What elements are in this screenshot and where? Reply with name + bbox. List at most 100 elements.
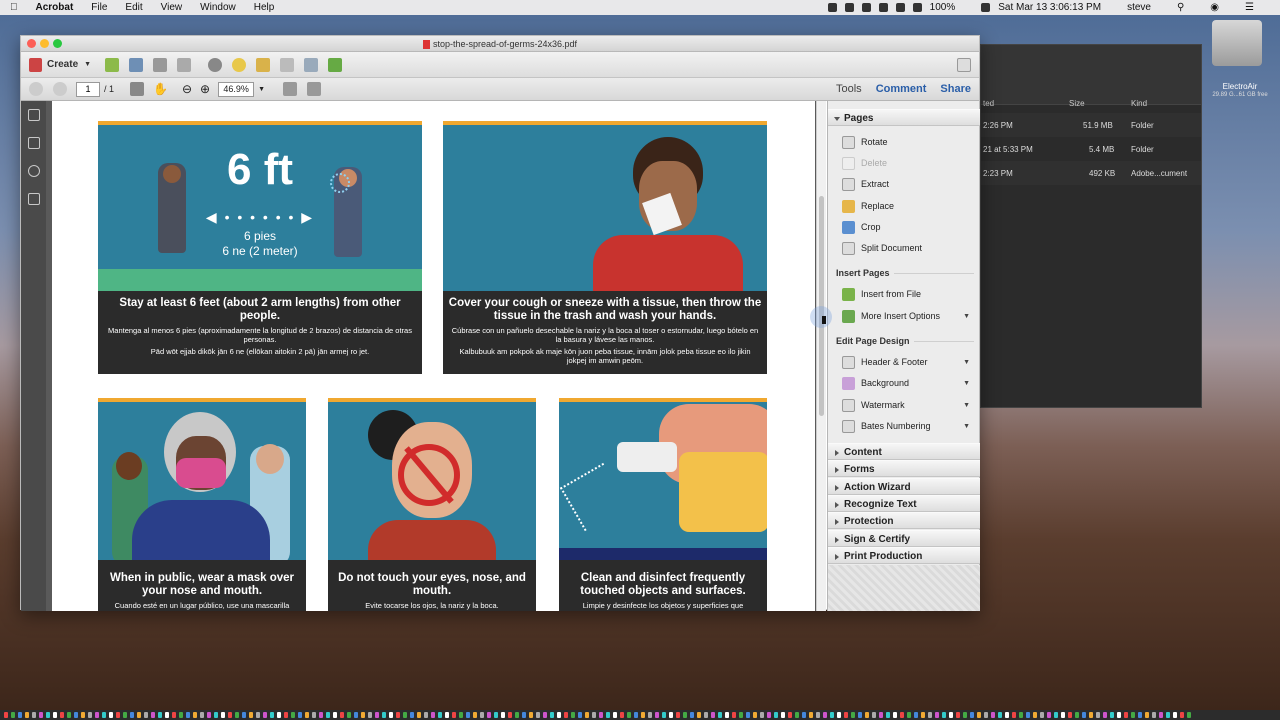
col-kind[interactable]: Kind <box>1131 99 1147 108</box>
pdf-page[interactable]: 6 ft ◀ • • • • • • ▶ 6 pies 6 ne (2 mete… <box>52 101 815 611</box>
dock-app-icon[interactable] <box>74 712 78 718</box>
dock-app-icon[interactable] <box>921 712 925 718</box>
dock-app-icon[interactable] <box>130 712 134 718</box>
dock-app-icon[interactable] <box>1005 712 1009 718</box>
dock-app-icon[interactable] <box>1187 712 1191 718</box>
dock-app-icon[interactable] <box>396 712 400 718</box>
hand-tool-icon[interactable]: ✋ <box>153 82 168 96</box>
dock-app-icon[interactable] <box>816 712 820 718</box>
delete-tool[interactable]: Delete <box>840 154 976 173</box>
dock-app-icon[interactable] <box>669 712 673 718</box>
dock-app-icon[interactable] <box>788 712 792 718</box>
dock-app-icon[interactable] <box>837 712 841 718</box>
dock-app-icon[interactable] <box>249 712 253 718</box>
recognize-text-section-header[interactable]: Recognize Text <box>828 495 980 512</box>
dock-app-icon[interactable] <box>844 712 848 718</box>
dock-app-icon[interactable] <box>683 712 687 718</box>
menu-edit[interactable]: Edit <box>125 2 142 13</box>
sign-certify-section-header[interactable]: Sign & Certify <box>828 530 980 547</box>
pages-section-header[interactable]: Pages <box>828 109 980 126</box>
dock-app-icon[interactable] <box>361 712 365 718</box>
signatures-icon[interactable] <box>28 193 40 205</box>
dock-app-icon[interactable] <box>270 712 274 718</box>
previous-page-icon[interactable] <box>29 82 43 96</box>
menu-window[interactable]: Window <box>200 2 236 13</box>
dock-app-icon[interactable] <box>802 712 806 718</box>
dock-app-icon[interactable] <box>417 712 421 718</box>
page-thumbnails-icon[interactable] <box>28 109 40 121</box>
finder-row[interactable]: 2:23 PM 492 KB Adobe...cument <box>981 161 1201 185</box>
dock-app-icon[interactable] <box>585 712 589 718</box>
fit-page-icon[interactable] <box>283 82 298 96</box>
dock-app-icon[interactable] <box>88 712 92 718</box>
protection-section-header[interactable]: Protection <box>828 512 980 529</box>
dock-app-icon[interactable] <box>347 712 351 718</box>
dock-app-icon[interactable] <box>389 712 393 718</box>
dock-app-icon[interactable] <box>942 712 946 718</box>
user-name[interactable]: steve <box>1127 2 1151 13</box>
dock-app-icon[interactable] <box>627 712 631 718</box>
dock-app-icon[interactable] <box>1040 712 1044 718</box>
dock-app-icon[interactable] <box>739 712 743 718</box>
wifi-icon[interactable] <box>895 3 905 12</box>
dock-app-icon[interactable] <box>893 712 897 718</box>
battery-percent[interactable]: 100% <box>930 2 956 13</box>
menu-file[interactable]: File <box>91 2 107 13</box>
dock-app-icon[interactable] <box>613 712 617 718</box>
dock-app-icon[interactable] <box>39 712 43 718</box>
dock-app-icon[interactable] <box>1068 712 1072 718</box>
tools-tab[interactable]: Tools <box>836 83 862 95</box>
dock-app-icon[interactable] <box>1124 712 1128 718</box>
split-document-tool[interactable]: Split Document <box>840 239 976 258</box>
dock-app-icon[interactable] <box>60 712 64 718</box>
dock-app-icon[interactable] <box>1166 712 1170 718</box>
dock-app-icon[interactable] <box>431 712 435 718</box>
dock-app-icon[interactable] <box>193 712 197 718</box>
dock-app-icon[interactable] <box>543 712 547 718</box>
dock-app-icon[interactable] <box>102 712 106 718</box>
dock-app-icon[interactable] <box>949 712 953 718</box>
dock-app-icon[interactable] <box>144 712 148 718</box>
dock-app-icon[interactable] <box>1138 712 1142 718</box>
dock-app-icon[interactable] <box>319 712 323 718</box>
dock-app-icon[interactable] <box>704 712 708 718</box>
dock-app-icon[interactable] <box>1152 712 1156 718</box>
dock-app-icon[interactable] <box>424 712 428 718</box>
notification-center-icon[interactable]: ☰ <box>1245 2 1254 13</box>
dock-app-icon[interactable] <box>1131 712 1135 718</box>
dock-app-icon[interactable] <box>438 712 442 718</box>
dock-app-icon[interactable] <box>11 712 15 718</box>
siri-icon[interactable]: ◉ <box>1210 2 1219 13</box>
dock-app-icon[interactable] <box>221 712 225 718</box>
dock-app-icon[interactable] <box>291 712 295 718</box>
next-page-icon[interactable] <box>53 82 67 96</box>
dock-app-icon[interactable] <box>753 712 757 718</box>
dock-app-icon[interactable] <box>263 712 267 718</box>
upload-icon[interactable] <box>280 57 295 72</box>
dock-app-icon[interactable] <box>662 712 666 718</box>
bookmarks-icon[interactable] <box>28 137 40 149</box>
dock-app-icon[interactable] <box>697 712 701 718</box>
dock-app-icon[interactable] <box>1019 712 1023 718</box>
dock-app-icon[interactable] <box>1117 712 1121 718</box>
dock-app-icon[interactable] <box>403 712 407 718</box>
forms-section-header[interactable]: Forms <box>828 460 980 477</box>
dock-app-icon[interactable] <box>284 712 288 718</box>
dock-app-icon[interactable] <box>312 712 316 718</box>
dock-app-icon[interactable] <box>368 712 372 718</box>
dock-app-icon[interactable] <box>1026 712 1030 718</box>
dock-app-icon[interactable] <box>95 712 99 718</box>
dock-app-icon[interactable] <box>963 712 967 718</box>
dock-app-icon[interactable] <box>508 712 512 718</box>
dock-app-icon[interactable] <box>1012 712 1016 718</box>
col-size[interactable]: Size <box>1069 99 1085 108</box>
dock-app-icon[interactable] <box>725 712 729 718</box>
dock-app-icon[interactable] <box>165 712 169 718</box>
dock-app-icon[interactable] <box>592 712 596 718</box>
print-production-section-header[interactable]: Print Production <box>828 547 980 564</box>
dock-app-icon[interactable] <box>634 712 638 718</box>
dock-app-icon[interactable] <box>46 712 50 718</box>
dock-app-icon[interactable] <box>935 712 939 718</box>
dock-app-icon[interactable] <box>865 712 869 718</box>
dock-app-icon[interactable] <box>354 712 358 718</box>
